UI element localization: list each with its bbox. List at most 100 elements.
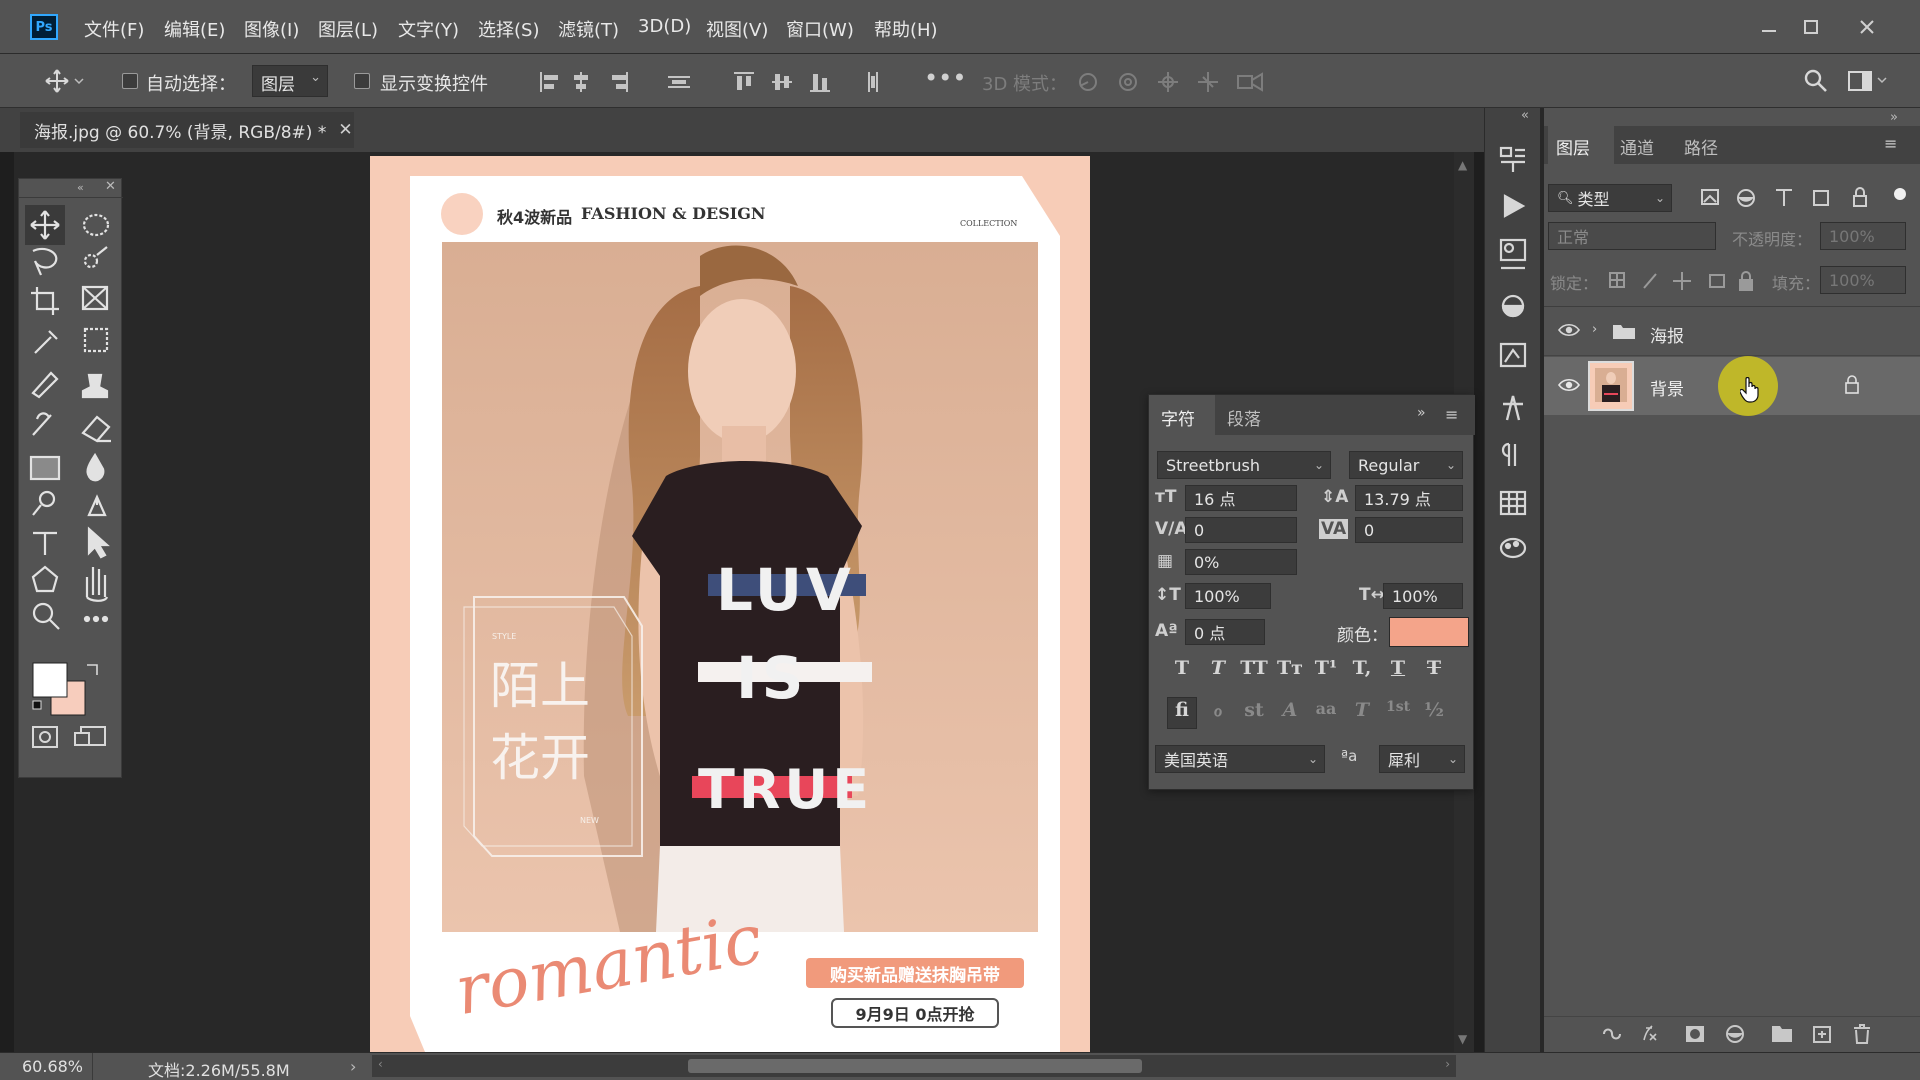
collapse-toolbox-icon[interactable]: « xyxy=(77,181,84,194)
faux-italic-button[interactable]: T xyxy=(1203,657,1233,679)
visibility-eye-icon[interactable] xyxy=(1558,322,1580,338)
close-icon[interactable] xyxy=(1850,10,1884,44)
kerning-icon: V/A xyxy=(1155,519,1188,539)
standard-ligatures-button[interactable]: fi xyxy=(1167,699,1197,721)
menu-image[interactable]: 图像(I) xyxy=(244,16,299,42)
expand-group-chevron-icon[interactable]: › xyxy=(1592,322,1597,337)
menu-layer[interactable]: 图层(L) xyxy=(318,16,378,42)
kerning-field[interactable]: 0 xyxy=(1185,517,1297,543)
fill-field[interactable]: 100% xyxy=(1820,266,1906,294)
move-tool-preset-icon[interactable] xyxy=(44,68,84,94)
tab-paths[interactable]: 路径 xyxy=(1684,134,1718,159)
show-transform-checkbox[interactable] xyxy=(354,73,370,89)
scroll-right-icon[interactable]: › xyxy=(1445,1057,1450,1071)
all-caps-button[interactable]: TT xyxy=(1239,657,1269,679)
scroll-up-icon[interactable]: ▲ xyxy=(1458,158,1467,172)
menu-type[interactable]: 文字(Y) xyxy=(398,16,459,42)
layer-row-background[interactable]: 背景 xyxy=(1544,356,1920,416)
workspace-icon[interactable] xyxy=(1848,70,1892,92)
3d-mode-icons xyxy=(1076,70,1266,94)
tab-channels[interactable]: 通道 xyxy=(1620,134,1654,159)
panel-menu-icon[interactable]: ≡ xyxy=(1884,134,1897,153)
strikethrough-button[interactable]: T xyxy=(1419,657,1449,679)
zoom-level[interactable]: 60.68% xyxy=(22,1057,83,1076)
ordinals-button[interactable]: 1st xyxy=(1383,699,1413,721)
document-tab-title: 海报.jpg @ 60.7% (背景, RGB/8#) * xyxy=(34,122,327,143)
subscript-button[interactable]: T, xyxy=(1347,657,1377,679)
expand-dock-icon[interactable]: » xyxy=(1890,110,1898,125)
chevron-down-icon: ⌄ xyxy=(1307,752,1318,766)
menu-window[interactable]: 窗口(W) xyxy=(786,16,854,42)
lock-label: 锁定： xyxy=(1550,274,1599,293)
scroll-left-icon[interactable]: ‹ xyxy=(378,1057,383,1071)
color-swatches[interactable] xyxy=(33,663,97,717)
superscript-button[interactable]: T¹ xyxy=(1311,657,1341,679)
search-icon[interactable] xyxy=(1803,68,1829,94)
font-size-field[interactable]: 16 点 xyxy=(1185,485,1297,511)
collapse-dock-icon[interactable]: « xyxy=(1521,108,1529,123)
close-tab-icon[interactable]: ✕ xyxy=(338,120,352,140)
auto-select-checkbox[interactable] xyxy=(122,73,138,89)
antialias-value: 犀利 xyxy=(1388,751,1421,770)
tracking-icon: VA xyxy=(1319,519,1349,539)
language-dropdown[interactable]: 美国英语 ⌄ xyxy=(1155,745,1325,773)
fill-value: 100% xyxy=(1829,270,1875,290)
auto-select-target-value: 图层 xyxy=(261,75,295,95)
menu-3d[interactable]: 3D(D) xyxy=(638,16,691,37)
horizontal-scale-field[interactable]: 100% xyxy=(1383,583,1463,609)
poster-style-small: STYLE xyxy=(492,632,517,641)
menu-edit[interactable]: 编辑(E) xyxy=(164,16,225,42)
expand-panel-icon[interactable]: » xyxy=(1417,405,1426,421)
close-toolbox-icon[interactable]: ✕ xyxy=(105,179,116,194)
dock-panel-buttons[interactable] xyxy=(1491,138,1535,558)
underline-button[interactable]: T xyxy=(1383,657,1413,679)
menu-bar: Ps 文件(F) 编辑(E) 图像(I) 图层(L) 文字(Y) 选择(S) 滤… xyxy=(0,0,1920,54)
faux-bold-button[interactable]: T xyxy=(1167,657,1197,679)
contextual-alternates-button[interactable]: ℴ xyxy=(1203,699,1233,721)
tool-buttons-hitarea[interactable] xyxy=(25,205,117,665)
scroll-down-icon[interactable]: ▼ xyxy=(1458,1032,1467,1046)
horizontal-scrollbar[interactable]: ‹ › xyxy=(372,1055,1456,1077)
opacity-value: 100% xyxy=(1829,226,1875,246)
menu-filter[interactable]: 滤镜(T) xyxy=(558,16,619,42)
tab-layers[interactable]: 图层 xyxy=(1556,134,1590,159)
small-caps-button[interactable]: Tт xyxy=(1275,657,1305,679)
auto-select-target-dropdown[interactable]: 图层 ⌄ xyxy=(252,65,328,97)
antialias-dropdown[interactable]: 犀利 ⌄ xyxy=(1379,745,1465,773)
menu-help[interactable]: 帮助(H) xyxy=(874,16,938,42)
layer-thumbnail xyxy=(1588,361,1634,411)
maximize-icon[interactable] xyxy=(1794,10,1828,44)
tab-character[interactable]: 字符 xyxy=(1161,405,1195,430)
stylistic-alternates-button[interactable]: aa xyxy=(1311,699,1341,721)
leading-field[interactable]: 13.79 点 xyxy=(1355,485,1463,511)
fractions-button[interactable]: ½ xyxy=(1419,699,1449,721)
minimize-icon[interactable] xyxy=(1752,10,1786,44)
opacity-field[interactable]: 100% xyxy=(1820,222,1906,250)
baseline-shift-field[interactable]: 0 点 xyxy=(1185,619,1265,645)
status-menu-chevron-icon[interactable]: › xyxy=(350,1057,356,1076)
document-tab[interactable]: 海报.jpg @ 60.7% (背景, RGB/8#) * ✕ xyxy=(20,112,354,148)
tracking-field[interactable]: 0 xyxy=(1355,517,1463,543)
blend-mode-dropdown[interactable]: 正常 xyxy=(1548,222,1716,250)
panel-menu-icon[interactable]: ≡ xyxy=(1445,405,1458,424)
more-options-icon[interactable]: ••• xyxy=(924,64,966,92)
titling-alternates-button[interactable]: T xyxy=(1347,699,1377,721)
font-style-dropdown[interactable]: Regular ⌄ xyxy=(1349,451,1463,479)
lock-icon xyxy=(1844,375,1860,395)
tab-paragraph[interactable]: 段落 xyxy=(1227,405,1261,430)
vertical-scale-field[interactable]: 100% xyxy=(1185,583,1271,609)
layer-filter-dropdown[interactable]: 🔍︎ 类型 ⌄ xyxy=(1548,184,1672,212)
menu-view[interactable]: 视图(V) xyxy=(706,16,768,42)
tsume-field[interactable]: 0% xyxy=(1185,549,1297,575)
horizontal-scroll-thumb[interactable] xyxy=(688,1059,1142,1073)
layer-row-group[interactable]: › 海报 xyxy=(1544,308,1920,356)
discretionary-ligatures-button[interactable]: st xyxy=(1239,699,1269,721)
swash-button[interactable]: A xyxy=(1275,699,1305,721)
text-color-swatch[interactable] xyxy=(1389,617,1469,647)
visibility-eye-icon[interactable] xyxy=(1558,377,1580,393)
fill-label: 填充： xyxy=(1772,274,1821,293)
menu-file[interactable]: 文件(F) xyxy=(84,16,144,42)
layers-bottom-buttons[interactable] xyxy=(1600,1022,1900,1046)
menu-select[interactable]: 选择(S) xyxy=(478,16,539,42)
font-family-dropdown[interactable]: Streetbrush ⌄ xyxy=(1157,451,1331,479)
